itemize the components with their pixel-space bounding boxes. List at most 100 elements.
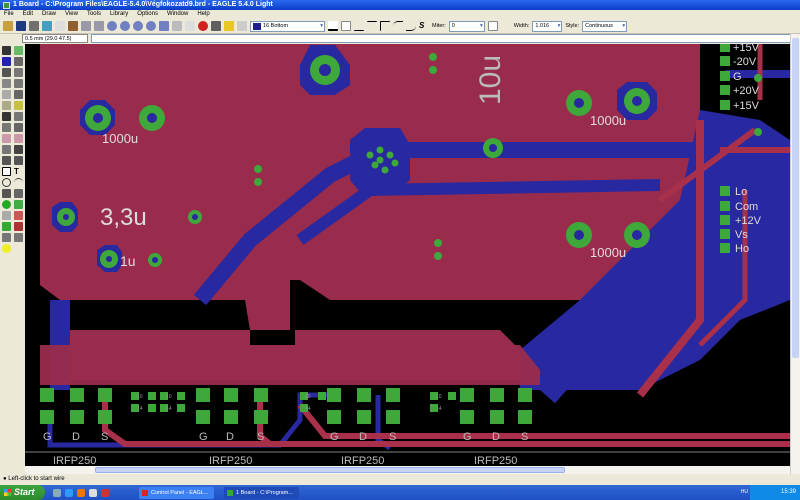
name-icon[interactable] <box>14 112 23 121</box>
add-icon[interactable] <box>2 112 11 121</box>
language-indicator[interactable]: HU <box>741 485 748 500</box>
bend-arc-icon[interactable] <box>393 21 403 31</box>
grid-icon[interactable] <box>237 21 247 31</box>
rotate-icon[interactable] <box>2 79 11 88</box>
split-icon[interactable] <box>2 134 11 143</box>
circle-icon[interactable] <box>2 178 11 187</box>
menu-window[interactable]: Window <box>167 10 188 19</box>
menu-library[interactable]: Library <box>110 10 128 19</box>
display-icon[interactable] <box>2 57 11 66</box>
group-icon[interactable] <box>14 79 23 88</box>
route-icon[interactable] <box>2 145 11 154</box>
firefox-icon[interactable] <box>77 488 85 497</box>
width-select[interactable]: 1.016 <box>532 20 563 32</box>
horizontal-scroll-thumb[interactable] <box>95 467 565 473</box>
optimize-icon[interactable] <box>14 134 23 143</box>
text-tool-icon[interactable]: T <box>14 167 23 176</box>
menu-file[interactable]: File <box>4 10 14 19</box>
open-icon[interactable] <box>3 21 13 31</box>
rect-icon[interactable] <box>2 189 11 198</box>
app-icon[interactable] <box>101 488 109 497</box>
autorouter-icon[interactable] <box>14 222 23 231</box>
paste-icon[interactable] <box>2 101 11 110</box>
info-icon[interactable] <box>2 46 11 55</box>
text-icon[interactable] <box>14 156 23 165</box>
connector-label: Vs <box>735 229 748 241</box>
start-button[interactable]: Start <box>0 485 45 500</box>
drc-icon[interactable] <box>2 233 11 242</box>
bend-90-icon[interactable] <box>328 21 338 31</box>
zoom-in-icon[interactable] <box>120 21 130 31</box>
connector-label: Ho <box>735 243 749 255</box>
board-icon[interactable] <box>68 21 78 31</box>
ulp2-icon[interactable] <box>94 21 104 31</box>
stop-icon[interactable] <box>198 21 208 31</box>
vertical-scrollbar[interactable] <box>790 34 800 474</box>
desktop-icon[interactable] <box>53 488 61 497</box>
style-select[interactable]: Continuous <box>582 20 628 32</box>
media-icon[interactable] <box>89 488 97 497</box>
taskbar-item-board[interactable]: 1 Board - C:\Program... <box>224 486 299 499</box>
errors-icon[interactable] <box>14 233 23 242</box>
menu-tools[interactable]: Tools <box>87 10 101 19</box>
undo-icon[interactable] <box>172 21 182 31</box>
bend-straight-icon[interactable] <box>354 21 364 31</box>
arc-icon[interactable] <box>14 178 23 187</box>
ratsnest-icon[interactable] <box>2 222 11 231</box>
go-icon[interactable] <box>211 21 221 31</box>
zoom-fit-icon[interactable] <box>107 21 117 31</box>
miter-round-icon[interactable] <box>487 21 498 31</box>
mirror-icon[interactable] <box>14 68 23 77</box>
redraw-icon[interactable] <box>146 21 156 31</box>
menu-view[interactable]: View <box>65 10 78 19</box>
board-canvas[interactable]: 1000u 1000u 1000u 3,3u 1u 10u +15V -20V … <box>25 44 790 466</box>
transistor-pads <box>40 388 532 424</box>
miter-select[interactable]: 0 <box>448 20 485 32</box>
zoom-out-icon[interactable] <box>133 21 143 31</box>
redo-icon[interactable] <box>185 21 195 31</box>
change-icon[interactable] <box>2 90 11 99</box>
bend-free-icon[interactable]: S <box>419 21 429 31</box>
show-icon[interactable] <box>14 46 23 55</box>
help-icon[interactable] <box>224 21 234 31</box>
command-line-input[interactable] <box>91 34 800 43</box>
delete-icon[interactable] <box>14 101 23 110</box>
hole-icon[interactable] <box>2 211 11 220</box>
move-icon[interactable] <box>2 68 11 77</box>
cap-value-label: 1000u <box>590 113 626 128</box>
smash-icon[interactable] <box>14 123 23 132</box>
via-icon[interactable] <box>2 200 11 209</box>
ripup-icon[interactable] <box>14 145 23 154</box>
wire-draw-icon[interactable] <box>2 167 11 176</box>
cam-icon[interactable] <box>42 21 52 31</box>
zoom-select-icon[interactable] <box>159 21 169 31</box>
value-icon[interactable] <box>2 123 11 132</box>
script-icon[interactable] <box>55 21 65 31</box>
ulp-icon[interactable] <box>81 21 91 31</box>
connector-label: +15V <box>733 44 760 54</box>
bend-45b-icon[interactable] <box>367 21 377 31</box>
taskbar-item-control-panel[interactable]: Control Panel - EAGL... <box>139 486 214 499</box>
miter-straight-icon[interactable] <box>500 21 511 31</box>
horizontal-scrollbar[interactable] <box>25 466 790 474</box>
pcb-layout[interactable]: 1000u 1000u 1000u 3,3u 1u 10u +15V -20V … <box>25 44 790 466</box>
bend-90b-icon[interactable] <box>380 21 390 31</box>
print-icon[interactable] <box>29 21 39 31</box>
layer-select[interactable]: 16 Bottom <box>250 20 325 32</box>
copy-icon[interactable] <box>14 90 23 99</box>
polygon-icon[interactable] <box>14 189 23 198</box>
menu-options[interactable]: Options <box>137 10 158 19</box>
warning-icon[interactable] <box>2 244 11 253</box>
vertical-scroll-thumb[interactable] <box>792 38 799 358</box>
save-icon[interactable] <box>16 21 26 31</box>
menu-edit[interactable]: Edit <box>23 10 33 19</box>
ie-icon[interactable] <box>65 488 73 497</box>
mark-icon[interactable] <box>14 57 23 66</box>
menu-draw[interactable]: Draw <box>42 10 56 19</box>
wire-icon[interactable] <box>2 156 11 165</box>
bend-arc2-icon[interactable] <box>406 21 416 31</box>
bend-45-icon[interactable] <box>341 21 351 31</box>
menu-help[interactable]: Help <box>197 10 209 19</box>
signal-icon[interactable] <box>14 200 23 209</box>
attribute-icon[interactable] <box>14 211 23 220</box>
